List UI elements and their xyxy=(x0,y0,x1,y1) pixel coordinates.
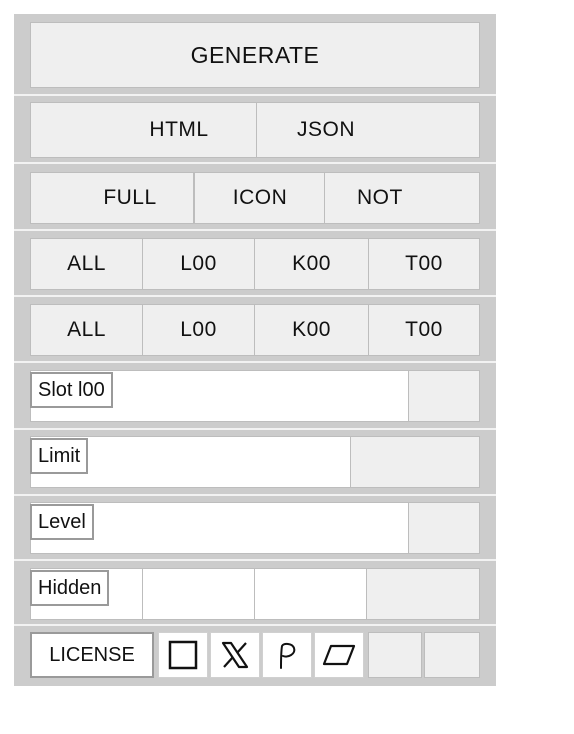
square-icon[interactable] xyxy=(158,632,208,678)
divider xyxy=(14,94,496,96)
parallelogram-icon[interactable] xyxy=(314,632,364,678)
mode-not-button[interactable]: NOT xyxy=(324,172,480,224)
filter-a-all-button[interactable]: ALL xyxy=(30,238,143,290)
hidden-label: Hidden xyxy=(30,570,110,606)
mode-full-button[interactable]: FULL xyxy=(30,172,194,224)
level-button[interactable] xyxy=(408,502,480,554)
filter-b-k00-button[interactable]: K00 xyxy=(254,304,369,356)
level-label: Level xyxy=(30,504,94,540)
mode-icon-button[interactable]: ICON xyxy=(194,172,326,224)
generate-button[interactable]: GENERATE xyxy=(30,22,480,88)
hidden-field-2[interactable] xyxy=(142,568,255,620)
license-button[interactable]: LICENSE xyxy=(30,632,154,678)
hidden-field-3[interactable] xyxy=(254,568,367,620)
filter-a-l00-button[interactable]: L00 xyxy=(142,238,255,290)
divider xyxy=(14,229,496,231)
p-script-icon[interactable] xyxy=(262,632,312,678)
limit-button[interactable] xyxy=(350,436,480,488)
format-html-button[interactable]: HTML xyxy=(30,102,258,158)
footer-blank-button-1[interactable] xyxy=(368,632,422,678)
divider xyxy=(14,295,496,297)
slot-label: Slot l00 xyxy=(30,372,113,408)
limit-label: Limit xyxy=(30,438,89,474)
filter-a-k00-button[interactable]: K00 xyxy=(254,238,369,290)
divider xyxy=(14,428,496,430)
filter-a-t00-button[interactable]: T00 xyxy=(368,238,480,290)
format-json-button[interactable]: JSON xyxy=(256,102,480,158)
filter-b-all-button[interactable]: ALL xyxy=(30,304,143,356)
filter-b-t00-button[interactable]: T00 xyxy=(368,304,480,356)
divider xyxy=(14,162,496,164)
divider xyxy=(14,559,496,561)
x-logo-icon[interactable] xyxy=(210,632,260,678)
divider xyxy=(14,361,496,363)
divider xyxy=(14,624,496,626)
divider xyxy=(14,494,496,496)
slot-button[interactable] xyxy=(408,370,480,422)
hidden-button[interactable] xyxy=(366,568,480,620)
filter-b-l00-button[interactable]: L00 xyxy=(142,304,255,356)
footer-blank-button-2[interactable] xyxy=(424,632,480,678)
control-panel: GENERATE HTML JSON FULL ICON NOT ALL L00… xyxy=(14,14,496,686)
